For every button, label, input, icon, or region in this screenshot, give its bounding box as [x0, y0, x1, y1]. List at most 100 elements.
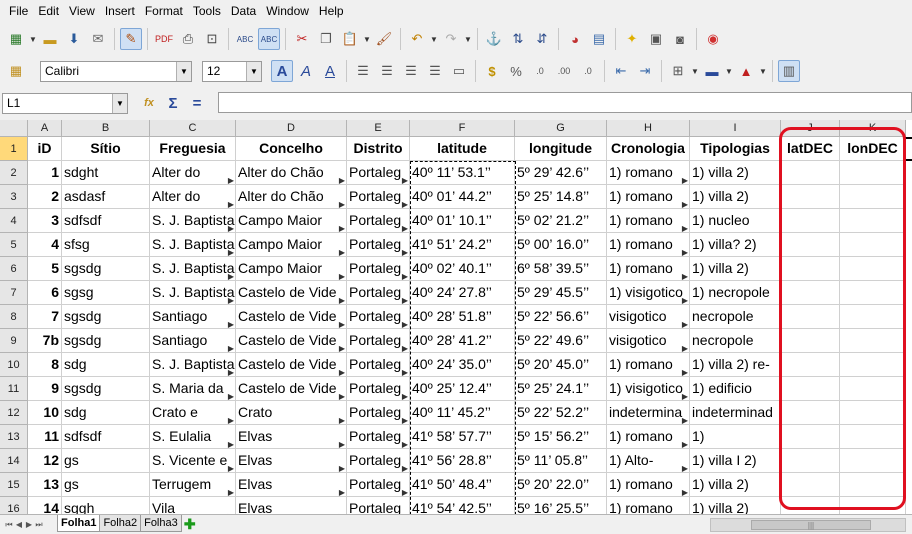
table-cell[interactable]: 5 — [28, 257, 62, 281]
data-sources-icon[interactable]: ◙ — [669, 28, 691, 50]
table-cell[interactable]: visigotico ▶ — [607, 305, 690, 329]
table-cell[interactable]: 13 — [28, 473, 62, 497]
row-header[interactable]: 5 — [0, 233, 28, 257]
row-header[interactable]: 10 — [0, 353, 28, 377]
table-cell[interactable]: visigotico ▶ — [607, 329, 690, 353]
table-cell[interactable]: Castelo de Vide ▶ — [236, 377, 347, 401]
table-cell[interactable]: 8 — [28, 353, 62, 377]
table-cell[interactable]: Portaleg▶ — [347, 401, 410, 425]
chevron-down-icon[interactable]: ▼ — [362, 35, 372, 44]
table-cell[interactable]: 1) romano ▶ — [607, 353, 690, 377]
paste-icon[interactable]: 📋 — [339, 28, 361, 50]
table-cell[interactable]: 1) villa 2) re- — [690, 353, 781, 377]
print-preview-icon[interactable]: ⊡ — [201, 28, 223, 50]
table-cell[interactable]: Portaleg▶ — [347, 449, 410, 473]
table-cell[interactable]: sgsdg — [62, 257, 150, 281]
new-icon[interactable]: ▦ — [5, 28, 27, 50]
menu-view[interactable]: View — [64, 0, 100, 22]
table-cell[interactable]: Portaleg▶ — [347, 161, 410, 185]
chevron-down-icon[interactable]: ▼ — [429, 35, 439, 44]
row-header[interactable]: 15 — [0, 473, 28, 497]
table-cell[interactable]: 1) romano ▶ — [607, 161, 690, 185]
header-cell-b[interactable]: Sítio — [62, 137, 150, 161]
table-cell[interactable]: Castelo de Vide ▶ — [236, 329, 347, 353]
number-format-icon[interactable]: .0 — [529, 60, 551, 82]
table-cell[interactable]: asdasf — [62, 185, 150, 209]
table-cell[interactable]: 14 — [28, 497, 62, 514]
table-cell[interactable]: necropole — [690, 305, 781, 329]
table-cell[interactable]: Santiago ▶ — [150, 305, 236, 329]
menu-window[interactable]: Window — [261, 0, 314, 22]
align-left-icon[interactable]: ☰ — [352, 60, 374, 82]
table-cell[interactable]: sdg — [62, 401, 150, 425]
table-cell[interactable]: S. J. Baptista ▶ — [150, 257, 236, 281]
table-cell[interactable]: Castelo de Vide ▶ — [236, 353, 347, 377]
open-icon[interactable]: ▬ — [39, 28, 61, 50]
table-cell[interactable]: 1) necropole — [690, 281, 781, 305]
formula-input[interactable] — [218, 92, 912, 113]
table-cell[interactable]: 1) villa? 2) — [690, 233, 781, 257]
formula-icon[interactable]: = — [186, 92, 208, 114]
table-cell[interactable]: 1) — [690, 425, 781, 449]
copy-icon[interactable]: ❐ — [315, 28, 337, 50]
table-cell[interactable]: Portaleg▶ — [347, 305, 410, 329]
table-cell[interactable]: 11 — [28, 425, 62, 449]
row-header[interactable]: 4 — [0, 209, 28, 233]
gallery-icon[interactable]: ▣ — [645, 28, 667, 50]
table-cell[interactable]: 7 — [28, 305, 62, 329]
column-header-g[interactable]: G — [515, 120, 607, 137]
chevron-down-icon[interactable]: ▼ — [463, 35, 473, 44]
table-cell[interactable]: S. J. Baptista ▶ — [150, 281, 236, 305]
chevron-down-icon[interactable]: ▼ — [112, 93, 127, 113]
row-header[interactable]: 8 — [0, 305, 28, 329]
background-color-icon[interactable]: ▬ — [701, 60, 723, 82]
table-cell[interactable]: 5º 20’ 22.0’’ — [515, 473, 607, 497]
table-cell[interactable]: Portaleg▶ — [347, 209, 410, 233]
chevron-down-icon[interactable]: ▼ — [176, 61, 191, 81]
table-cell[interactable]: 5º 22’ 52.2’’ — [515, 401, 607, 425]
table-cell[interactable]: 10 — [28, 401, 62, 425]
table-cell[interactable]: sgsdg — [62, 329, 150, 353]
table-cell[interactable]: 5º 02’ 21.2’’ — [515, 209, 607, 233]
help-icon[interactable]: ◉ — [702, 28, 724, 50]
decrease-indent-icon[interactable]: ⇤ — [610, 60, 632, 82]
font-name-combo[interactable]: Calibri ▼ — [40, 60, 192, 82]
table-cell[interactable]: Campo Maior ▶ — [236, 209, 347, 233]
table-cell[interactable]: sfsg — [62, 233, 150, 257]
table-cell[interactable]: Elvas ▶ — [236, 497, 347, 514]
table-cell[interactable]: Santiago ▶ — [150, 329, 236, 353]
table-cell[interactable]: 1) romano ▶ — [607, 425, 690, 449]
table-cell[interactable]: Vila ▶ — [150, 497, 236, 514]
row-header[interactable]: 9 — [0, 329, 28, 353]
table-cell[interactable]: indetermina ▶ — [607, 401, 690, 425]
table-cell[interactable]: Portaleg▶ — [347, 353, 410, 377]
table-cell[interactable]: Elvas ▶ — [236, 449, 347, 473]
table-cell[interactable]: sdfsdf — [62, 425, 150, 449]
table-cell[interactable]: Crato e ▶ — [150, 401, 236, 425]
table-cell[interactable]: Campo Maior ▶ — [236, 257, 347, 281]
print-icon[interactable]: ⎙ — [177, 28, 199, 50]
spellcheck-icon[interactable]: ABC — [234, 28, 256, 50]
table-cell[interactable]: 5º 29’ 45.5’’ — [515, 281, 607, 305]
table-cell[interactable]: Elvas ▶ — [236, 425, 347, 449]
function-wizard-icon[interactable]: fx — [138, 92, 160, 114]
add-sheet-icon[interactable]: ✚ — [182, 516, 198, 533]
header-cell-d[interactable]: Concelho — [236, 137, 347, 161]
name-box[interactable]: L1 ▼ — [2, 92, 128, 114]
chevron-down-icon[interactable]: ▼ — [724, 67, 734, 76]
font-color-icon[interactable]: ▲ — [735, 60, 757, 82]
table-cell[interactable]: 6 — [28, 281, 62, 305]
table-cell[interactable]: Alter do ▶ — [150, 161, 236, 185]
sheet-tab-folha1[interactable]: Folha1 — [57, 514, 101, 532]
table-cell[interactable]: 1) romano ▶ — [607, 185, 690, 209]
redo-icon[interactable]: ↷ — [440, 28, 462, 50]
header-cell-e[interactable]: Distrito — [347, 137, 410, 161]
sum-icon[interactable]: Σ — [162, 92, 184, 114]
borders-icon[interactable]: ⊞ — [667, 60, 689, 82]
select-all-corner[interactable] — [0, 120, 28, 137]
sort-ascending-icon[interactable]: ⇅ — [507, 28, 529, 50]
table-cell[interactable]: 1) romano ▶ — [607, 257, 690, 281]
menu-format[interactable]: Format — [140, 0, 188, 22]
align-center-icon[interactable]: ☰ — [376, 60, 398, 82]
table-cell[interactable]: Portaleg▶ — [347, 497, 410, 514]
